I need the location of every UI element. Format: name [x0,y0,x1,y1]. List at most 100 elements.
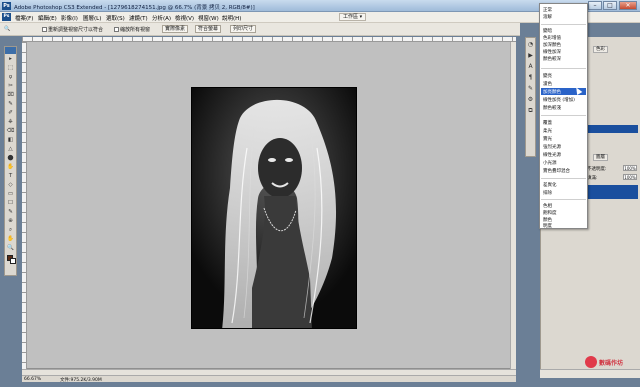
lasso-tool-icon[interactable]: ϙ [6,73,15,81]
document-size-info: 文件:975.2K/3.90M [60,378,102,383]
brushes-panel-icon[interactable]: ✎ [527,84,534,93]
marquee-tool-icon[interactable]: ⬚ [6,64,15,72]
resize-checkbox[interactable] [42,27,47,32]
blend-lighten[interactable]: 變亮 [543,73,552,79]
tools-panel-header[interactable] [5,47,16,54]
blend-pin-light[interactable]: 小光源 [543,160,557,166]
blend-linear-burn[interactable]: 線性加深 [543,49,561,55]
blend-soft-light[interactable]: 柔光 [543,128,552,134]
blend-saturation[interactable]: 飽和度 [543,210,557,216]
menu-image[interactable]: 影像(I) [61,14,78,22]
brush-tool-icon[interactable]: ✐ [6,109,15,117]
hand-tool-icon[interactable]: ✋ [6,235,15,243]
zoom-level-field[interactable]: 66.67% [24,377,41,382]
menu-analysis[interactable]: 分析(A) [152,14,171,22]
paragraph-panel-icon[interactable]: ¶ [527,73,534,82]
blend-dissolve[interactable]: 溶解 [543,14,552,20]
blend-lighter-color[interactable]: 顏色較淺 [543,105,561,111]
notes-tool-icon[interactable]: ☐ [6,199,15,207]
menu-separator [541,115,586,116]
blend-linear-dodge[interactable]: 線性加亮 (增加) [543,97,575,103]
fill-input[interactable]: 100% [623,174,637,180]
maximize-button[interactable]: □ [603,1,617,10]
blend-normal[interactable]: 正常 [543,7,552,13]
zoom-all-option[interactable]: 縮放所有視窗 [114,26,150,33]
blend-mode-dropdown[interactable]: 正常 溶解 變暗 色彩增值 加深顏色 線性加深 顏色較深 變亮 濾色 加亮顏色 … [539,3,588,229]
menu-window[interactable]: 視窗(W) [198,14,219,22]
zoom-all-checkbox[interactable] [114,27,119,32]
blend-linear-light[interactable]: 線性光源 [543,152,561,158]
shape-tool-icon[interactable]: ▭ [6,190,15,198]
layers-panel-footer [540,369,640,378]
eraser-tool-icon[interactable]: ⌫ [6,127,15,135]
ps-menu-logo-icon: Ps [2,13,11,21]
watermark-text: 數碼作坊 [599,360,624,367]
blend-color-burn[interactable]: 加深顏色 [543,42,561,48]
tab-layers[interactable]: 圖層 [593,154,608,161]
blend-vivid-light[interactable]: 強烈光源 [543,144,561,150]
menu-separator [541,199,586,200]
blend-darker-color[interactable]: 顏色較深 [543,56,561,62]
options-bar: 🔍 重新調整視窗尺寸以符合 縮放所有視窗 實際像素 符合螢幕 列印尺寸 [0,23,520,36]
resize-label: 重新調整視窗尺寸以符合 [48,27,104,33]
dodge-tool-icon[interactable]: ⬤ [6,154,15,162]
blend-hard-mix[interactable]: 實色疊印混合 [543,168,570,174]
close-button[interactable]: ✕ [619,1,637,10]
vertical-ruler [22,42,27,369]
menu-file[interactable]: 檔案(F) [15,14,33,22]
collapsed-panel-dock: ◔ ▶ A ¶ ✎ ⚙ ⧉ [525,37,536,157]
opacity-input[interactable]: 100% [623,165,637,171]
history-panel-icon[interactable]: ◔ [527,40,534,49]
path-select-icon[interactable]: ◇ [6,181,15,189]
menu-view[interactable]: 檢視(V) [175,14,194,22]
pen-tool-icon[interactable]: ✋ [6,163,15,171]
zoom-tool-panel-icon[interactable]: 🔍 [6,244,15,252]
menu-help[interactable]: 說明(H) [222,14,241,22]
fit-screen-button[interactable]: 符合螢幕 [195,25,222,33]
healing-brush-icon[interactable]: ✎ [6,100,15,108]
workspace-dropdown[interactable]: 工作區 ▾ [339,13,367,21]
vertical-scrollbar[interactable] [510,42,516,369]
gradient-tool-icon[interactable]: ◧ [6,136,15,144]
slice-tool-icon[interactable]: ⌧ [6,91,15,99]
eyedropper-tool-icon[interactable]: ✎ [6,208,15,216]
blur-tool-icon[interactable]: △ [6,145,15,153]
character-panel-icon[interactable]: A [527,62,534,71]
blend-multiply[interactable]: 色彩增值 [543,35,561,41]
menu-select[interactable]: 選取(S) [106,14,125,22]
3d-rotate-icon[interactable]: ⊕ [6,217,15,225]
blend-hue[interactable]: 色相 [543,203,552,209]
type-tool-icon[interactable]: T [6,172,15,180]
background-color-swatch[interactable] [10,258,16,264]
blend-darken[interactable]: 變暗 [543,28,552,34]
resize-windows-option[interactable]: 重新調整視窗尺寸以符合 [42,26,103,33]
document-image[interactable] [191,87,357,329]
menu-layer[interactable]: 圖層(L) [83,14,101,22]
3d-orbit-icon[interactable]: ⌕ [6,226,15,234]
actions-panel-icon[interactable]: ▶ [527,51,534,60]
status-bar: 66.67% 文件:975.2K/3.90M [22,375,516,383]
menu-separator [541,178,586,179]
clone-source-icon[interactable]: ⧉ [527,106,534,115]
menu-separator [541,24,586,25]
blend-luminosity[interactable]: 明度 [543,223,552,229]
menu-filter[interactable]: 濾鏡(T) [129,14,148,22]
tab-color[interactable]: 色彩 [593,46,608,53]
tool-presets-icon[interactable]: ⚙ [527,95,534,104]
blend-hard-light[interactable]: 實光 [543,136,552,142]
minimize-button[interactable]: – [588,1,602,10]
move-tool-icon[interactable]: ▸ [6,55,15,63]
blend-color-dodge[interactable]: 加亮顏色 [543,89,561,95]
clone-stamp-icon[interactable]: ⎈ [6,118,15,126]
zoom-tool-icon[interactable]: 🔍 [4,26,10,32]
crop-tool-icon[interactable]: ✂ [6,82,15,90]
actual-pixels-button[interactable]: 實際像素 [162,25,189,33]
menu-edit[interactable]: 編輯(E) [38,14,57,22]
blend-screen[interactable]: 濾色 [543,81,552,87]
print-size-button[interactable]: 列印尺寸 [230,25,257,33]
blend-difference[interactable]: 差異化 [543,182,557,188]
fill-label: 填滿: [587,176,598,181]
blend-exclusion[interactable]: 排除 [543,190,552,196]
tools-panel: ▸ ⬚ ϙ ✂ ⌧ ✎ ✐ ⎈ ⌫ ◧ △ ⬤ ✋ T ◇ ▭ ☐ ✎ ⊕ ⌕ … [4,46,17,276]
blend-overlay[interactable]: 覆蓋 [543,120,552,126]
